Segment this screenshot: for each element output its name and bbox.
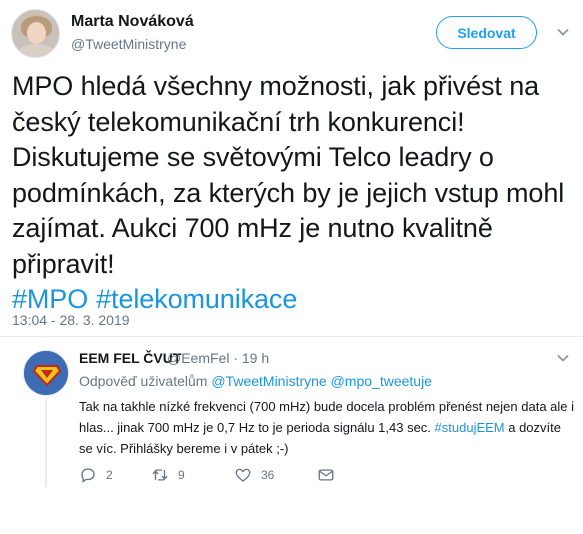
- direct-message-icon: [318, 469, 334, 481]
- reply-to-user-link[interactable]: @TweetMinistryne: [211, 373, 326, 389]
- like-icon: [235, 468, 251, 482]
- like-button[interactable]: 36: [234, 466, 274, 484]
- reply-count: 2: [106, 468, 113, 482]
- hashtag-link[interactable]: #studujEEM: [435, 420, 505, 435]
- retweet-icon: [152, 469, 168, 481]
- hashtag-link[interactable]: #MPO: [12, 284, 88, 314]
- tweet-body: MPO hledá všechny možnosti, jak přivést …: [12, 71, 565, 279]
- author-handle[interactable]: @TweetMinistryne: [71, 36, 186, 52]
- author-avatar[interactable]: [11, 9, 60, 58]
- retweet-count: 9: [178, 468, 185, 482]
- hashtag-link[interactable]: #telekomunikace: [96, 284, 297, 314]
- reply-author-avatar[interactable]: [23, 350, 69, 396]
- reply-to-line: Odpověď uživatelům @TweetMinistryne @mpo…: [79, 373, 432, 389]
- chevron-down-icon[interactable]: [555, 350, 571, 366]
- superman-logo-icon: [24, 351, 68, 395]
- reply-icon: [81, 468, 95, 483]
- follow-button[interactable]: Sledovat: [436, 16, 537, 49]
- reply-button[interactable]: 2: [79, 466, 113, 484]
- reply-tweet[interactable]: EEM FEL ČVUT @EemFel · 19 h Odpověď uživ…: [0, 337, 583, 497]
- avatar-shoulders: [17, 44, 56, 57]
- chevron-down-icon[interactable]: [555, 24, 571, 40]
- retweet-button[interactable]: 9: [151, 466, 185, 484]
- main-tweet: Marta Nováková @TweetMinistryne Sledovat…: [0, 0, 583, 335]
- tweet-timestamp[interactable]: 13:04 - 28. 3. 2019: [12, 312, 130, 328]
- thread-line: [45, 398, 47, 487]
- like-count: 36: [261, 468, 275, 482]
- reply-to-prefix: Odpověď uživatelům: [79, 373, 208, 389]
- reply-author-meta[interactable]: @EemFel · 19 h: [167, 350, 269, 366]
- tweet-text: MPO hledá všechny možnosti, jak přivést …: [12, 69, 577, 318]
- reply-text: Tak na takhle nízké frekvenci (700 mHz) …: [79, 396, 574, 459]
- author-name[interactable]: Marta Nováková: [71, 13, 194, 31]
- reply-to-user-link[interactable]: @mpo_tweetuje: [331, 373, 432, 389]
- avatar-face: [27, 22, 46, 44]
- direct-message-button[interactable]: [317, 466, 335, 484]
